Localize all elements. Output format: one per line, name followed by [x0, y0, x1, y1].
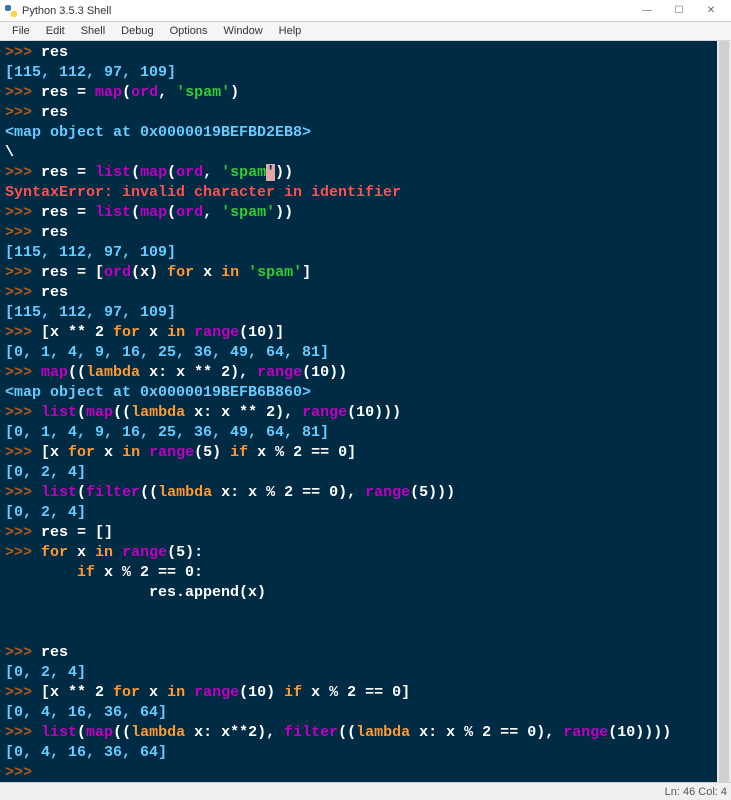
code-line: [0, 2, 4]: [5, 663, 712, 683]
code-line: >>> res = list(map(ord, 'spam')): [5, 203, 712, 223]
python-icon: [4, 4, 18, 18]
code-line: <map object at 0x0000019BEFB6B860>: [5, 383, 712, 403]
menu-help[interactable]: Help: [271, 25, 310, 37]
code-line: <map object at 0x0000019BEFBD2EB8>: [5, 123, 712, 143]
code-line: >>> list(map((lambda x: x ** 2), range(1…: [5, 403, 712, 423]
menu-debug[interactable]: Debug: [113, 25, 161, 37]
menu-shell[interactable]: Shell: [73, 25, 113, 37]
code-line: [115, 112, 97, 109]: [5, 243, 712, 263]
code-line: >>> res = map(ord, 'spam'): [5, 83, 712, 103]
cursor-position: Ln: 46 Col: 4: [665, 786, 727, 798]
code-line: >>> res: [5, 43, 712, 63]
code-line: >>> res = list(map(ord, 'spam')): [5, 163, 712, 183]
vertical-scrollbar[interactable]: [717, 41, 731, 782]
code-line: >>> [x ** 2 for x in range(10)]: [5, 323, 712, 343]
code-line: [0, 1, 4, 9, 16, 25, 36, 49, 64, 81]: [5, 343, 712, 363]
code-line: [5, 623, 712, 643]
code-line: >>> res: [5, 223, 712, 243]
shell-editor[interactable]: >>> res[115, 112, 97, 109]>>> res = map(…: [0, 41, 717, 782]
window-title: Python 3.5.3 Shell: [22, 5, 631, 17]
code-line: >>> res: [5, 283, 712, 303]
code-line: >>> res: [5, 103, 712, 123]
code-line: [5, 603, 712, 623]
code-line: [115, 112, 97, 109]: [5, 63, 712, 83]
window-controls: — ☐ ✕: [631, 0, 727, 22]
titlebar: Python 3.5.3 Shell — ☐ ✕: [0, 0, 731, 22]
code-line: >>> res = []: [5, 523, 712, 543]
code-line: [0, 4, 16, 36, 64]: [5, 703, 712, 723]
code-line: if x % 2 == 0:: [5, 563, 712, 583]
code-line: >>> for x in range(5):: [5, 543, 712, 563]
code-line: res.append(x): [5, 583, 712, 603]
code-line: >>>: [5, 763, 712, 782]
code-line: >>> [x ** 2 for x in range(10) if x % 2 …: [5, 683, 712, 703]
minimize-button[interactable]: —: [631, 0, 663, 22]
menu-window[interactable]: Window: [216, 25, 271, 37]
maximize-button[interactable]: ☐: [663, 0, 695, 22]
code-line: [0, 1, 4, 9, 16, 25, 36, 49, 64, 81]: [5, 423, 712, 443]
code-line: >>> list(map((lambda x: x**2), filter((l…: [5, 723, 712, 743]
code-line: >>> map((lambda x: x ** 2), range(10)): [5, 363, 712, 383]
code-line: >>> [x for x in range(5) if x % 2 == 0]: [5, 443, 712, 463]
code-line: >>> list(filter((lambda x: x % 2 == 0), …: [5, 483, 712, 503]
menubar: File Edit Shell Debug Options Window Hel…: [0, 22, 731, 41]
close-button[interactable]: ✕: [695, 0, 727, 22]
menu-options[interactable]: Options: [162, 25, 216, 37]
code-line: [0, 2, 4]: [5, 503, 712, 523]
statusbar: Ln: 46 Col: 4: [0, 782, 731, 800]
menu-file[interactable]: File: [4, 25, 38, 37]
code-line: [115, 112, 97, 109]: [5, 303, 712, 323]
scrollbar-thumb[interactable]: [719, 41, 729, 782]
code-line: >>> res = [ord(x) for x in 'spam']: [5, 263, 712, 283]
code-line: SyntaxError: invalid character in identi…: [5, 183, 712, 203]
code-line: >>> res: [5, 643, 712, 663]
code-line: [0, 4, 16, 36, 64]: [5, 743, 712, 763]
code-line: \: [5, 143, 712, 163]
code-line: [0, 2, 4]: [5, 463, 712, 483]
menu-edit[interactable]: Edit: [38, 25, 73, 37]
